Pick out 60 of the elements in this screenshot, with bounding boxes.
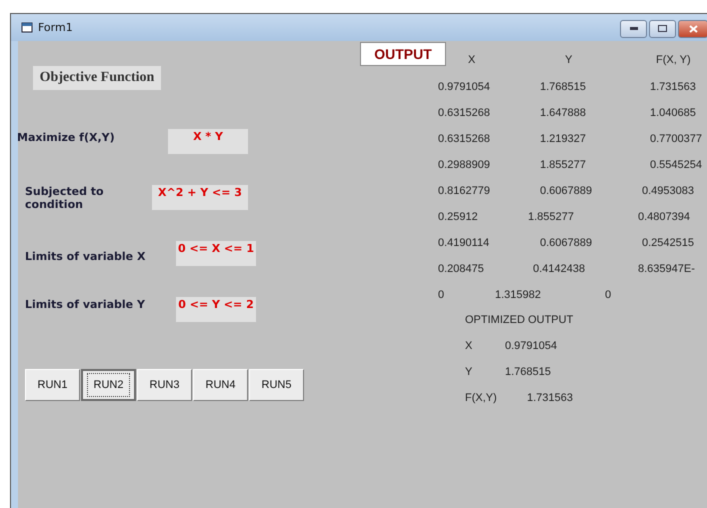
maximize-button[interactable] — [649, 20, 676, 38]
table-cell: 1.040685 — [650, 107, 696, 119]
output-label: OUTPUT — [360, 42, 446, 66]
run-button[interactable]: RUN5 — [249, 369, 304, 401]
field-label: Maximize f(X,Y) — [17, 131, 115, 144]
field-label: Subjected to condition — [25, 185, 105, 211]
close-button[interactable] — [678, 20, 707, 38]
table-cell: 0.9791054 — [438, 81, 490, 93]
table-cell: 1.855277 — [528, 211, 574, 223]
optimized-heading: OPTIMIZED OUTPUT — [465, 314, 574, 326]
table-cell: 0.7700377 — [650, 133, 702, 145]
window-icon — [21, 22, 33, 33]
table-cell: 0 — [438, 289, 444, 301]
result-label: F(X,Y) — [465, 392, 497, 404]
table-cell: 0.4142438 — [533, 263, 585, 275]
field-label: Limits of variable Y — [25, 298, 145, 311]
result-label: X — [465, 340, 472, 352]
table-cell: 0.8162779 — [438, 185, 490, 197]
window-title: Form1 — [38, 21, 73, 34]
input-field[interactable]: 0 <= Y <= 2 — [176, 297, 256, 322]
table-cell: 0.2988909 — [438, 159, 490, 171]
table-cell: 0.6315268 — [438, 133, 490, 145]
close-icon — [688, 24, 698, 32]
column-header: Y — [565, 54, 572, 66]
run-button[interactable]: RUN1 — [25, 369, 80, 401]
table-cell: 0.6067889 — [540, 185, 592, 197]
result-label: Y — [465, 366, 472, 378]
result-value: 0.9791054 — [505, 340, 557, 352]
table-cell: 0 — [605, 289, 612, 301]
table-cell: 8.635947E- — [638, 263, 695, 275]
table-cell: 0.5545254 — [650, 159, 702, 171]
table-cell: 1.855277 — [540, 159, 586, 171]
table-cell: 0.6067889 — [540, 237, 592, 249]
minimize-icon — [630, 27, 638, 30]
result-value: 1.768515 — [505, 366, 551, 378]
input-field[interactable]: X^2 + Y <= 3 — [152, 185, 248, 210]
run-button[interactable]: RUN4 — [193, 369, 248, 401]
table-cell: 0.4190114 — [438, 237, 490, 249]
table-cell: 1.731563 — [650, 81, 696, 93]
table-cell: 1.768515 — [540, 81, 586, 93]
field-label: Limits of variable X — [25, 250, 146, 263]
table-cell: 0.2542515 — [642, 237, 694, 249]
result-value: 1.731563 — [527, 392, 573, 404]
column-header: F(X, Y) — [656, 54, 691, 66]
run-button[interactable]: RUN2 — [81, 369, 136, 401]
table-cell: 0.25912 — [438, 211, 478, 223]
input-field[interactable]: X * Y — [168, 129, 248, 154]
table-cell: 0.208475 — [438, 263, 484, 275]
table-cell: 0.4807394 — [638, 211, 690, 223]
table-cell: 1.219327 — [540, 133, 586, 145]
input-field[interactable]: 0 <= X <= 1 — [176, 241, 256, 266]
column-header: X — [468, 54, 476, 66]
table-cell: 1.647888 — [540, 107, 586, 119]
minimize-button[interactable] — [620, 20, 647, 38]
run-button[interactable]: RUN3 — [137, 369, 192, 401]
table-cell: 1.315982 — [495, 289, 541, 301]
maximize-icon — [658, 25, 667, 32]
objective-heading: Objective Function — [33, 66, 161, 90]
table-cell: 0.6315268 — [438, 107, 490, 119]
table-cell: 0.4953083 — [642, 185, 694, 197]
